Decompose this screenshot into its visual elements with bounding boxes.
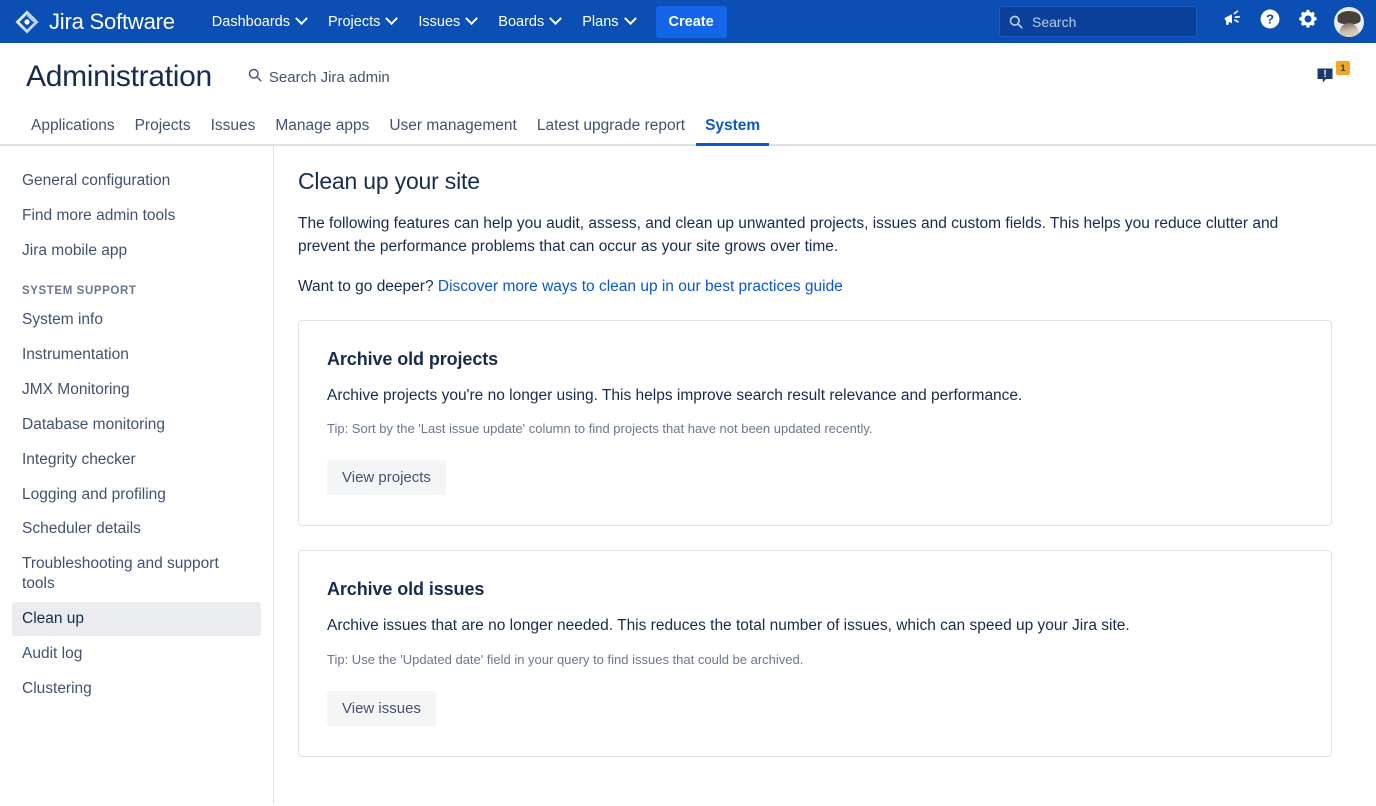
main-content: Clean up your site The following feature… bbox=[274, 146, 1376, 804]
card-title: Archive old issues bbox=[327, 579, 1303, 600]
tab-issues[interactable]: Issues bbox=[202, 117, 265, 146]
card-description: Archive projects you're no longer using.… bbox=[327, 385, 1303, 407]
nav-item-issues[interactable]: Issues bbox=[407, 6, 487, 38]
card-archive-old-issues: Archive old issues Archive issues that a… bbox=[298, 550, 1332, 757]
nav-item-label: Projects bbox=[328, 14, 380, 30]
best-practices-line: Want to go deeper? Discover more ways to… bbox=[298, 278, 1336, 296]
settings-button[interactable] bbox=[1291, 5, 1325, 39]
sidebar-item-jmx-monitoring[interactable]: JMX Monitoring bbox=[12, 373, 261, 407]
card-title: Archive old projects bbox=[327, 349, 1303, 370]
content-title: Clean up your site bbox=[298, 168, 1336, 195]
card-tip: Tip: Use the 'Updated date' field in you… bbox=[327, 651, 1303, 669]
jira-software-logo[interactable]: Jira Software bbox=[14, 9, 175, 35]
sidebar-item-clean-up[interactable]: Clean up bbox=[12, 602, 261, 636]
svg-text:?: ? bbox=[1266, 12, 1274, 27]
svg-text:!: ! bbox=[1323, 69, 1326, 80]
primary-nav-items: Dashboards Projects Issues Boards Plans … bbox=[201, 0, 727, 43]
avatar-hair bbox=[1338, 11, 1361, 24]
page-title: Administration bbox=[26, 60, 212, 94]
sidebar-item-scheduler-details[interactable]: Scheduler details bbox=[12, 512, 261, 546]
nav-item-dashboards[interactable]: Dashboards bbox=[201, 6, 317, 38]
top-navigation-bar: Jira Software Dashboards Projects Issues… bbox=[0, 0, 1376, 43]
tab-system[interactable]: System bbox=[696, 117, 769, 146]
sidebar-item-logging-and-profiling[interactable]: Logging and profiling bbox=[12, 478, 261, 512]
search-icon bbox=[1009, 15, 1023, 29]
admin-tab-bar: Applications Projects Issues Manage apps… bbox=[0, 111, 1376, 146]
notification-speech-icon[interactable]: ! 1 bbox=[1316, 62, 1350, 92]
announcements-button[interactable] bbox=[1215, 5, 1249, 39]
admin-search-label: Search Jira admin bbox=[269, 69, 390, 86]
sidebar-item-clustering[interactable]: Clustering bbox=[12, 672, 261, 706]
card-tip: Tip: Sort by the 'Last issue update' col… bbox=[327, 420, 1303, 438]
user-avatar[interactable] bbox=[1334, 7, 1364, 37]
sidebar-item-integrity-checker[interactable]: Integrity checker bbox=[12, 443, 261, 477]
avatar-face bbox=[1340, 23, 1359, 36]
help-question-icon: ? bbox=[1259, 8, 1281, 35]
create-button[interactable]: Create bbox=[656, 6, 727, 38]
tab-applications[interactable]: Applications bbox=[22, 117, 124, 146]
card-description: Archive issues that are no longer needed… bbox=[327, 615, 1303, 637]
jira-diamond-icon bbox=[14, 9, 40, 35]
sidebar-item-find-more-admin-tools[interactable]: Find more admin tools bbox=[12, 199, 261, 233]
logo-text: Jira Software bbox=[49, 9, 175, 35]
tab-user-management[interactable]: User management bbox=[380, 117, 526, 146]
admin-sidebar: General configuration Find more admin to… bbox=[0, 146, 274, 804]
megaphone-icon bbox=[1222, 9, 1243, 35]
sidebar-item-jira-mobile-app[interactable]: Jira mobile app bbox=[12, 234, 261, 268]
nav-item-label: Dashboards bbox=[212, 14, 290, 30]
best-practices-prefix: Want to go deeper? bbox=[298, 278, 438, 295]
chevron-down-icon bbox=[295, 12, 308, 25]
tab-projects[interactable]: Projects bbox=[126, 117, 200, 146]
sidebar-item-general-configuration[interactable]: General configuration bbox=[12, 164, 261, 198]
nav-item-label: Boards bbox=[498, 14, 544, 30]
card-archive-old-projects: Archive old projects Archive projects yo… bbox=[298, 320, 1332, 527]
help-button[interactable]: ? bbox=[1253, 5, 1287, 39]
nav-item-label: Plans bbox=[582, 14, 618, 30]
gear-icon bbox=[1297, 8, 1319, 35]
nav-item-plans[interactable]: Plans bbox=[571, 6, 645, 38]
sidebar-item-database-monitoring[interactable]: Database monitoring bbox=[12, 408, 261, 442]
nav-item-boards[interactable]: Boards bbox=[487, 6, 571, 38]
chevron-down-icon bbox=[385, 12, 398, 25]
admin-header-right-group: ! 1 bbox=[1316, 62, 1350, 92]
chevron-down-icon bbox=[465, 12, 478, 25]
sidebar-item-instrumentation[interactable]: Instrumentation bbox=[12, 338, 261, 372]
administration-header: Administration Search Jira admin ! 1 bbox=[0, 43, 1376, 111]
sidebar-item-audit-log[interactable]: Audit log bbox=[12, 637, 261, 671]
admin-search-button[interactable]: Search Jira admin bbox=[242, 63, 396, 91]
sidebar-item-system-info[interactable]: System info bbox=[12, 303, 261, 337]
top-nav-right-group: ? bbox=[999, 5, 1364, 39]
sidebar-section-label-system-support: SYSTEM SUPPORT bbox=[12, 285, 261, 297]
view-issues-button[interactable]: View issues bbox=[327, 691, 436, 726]
chevron-down-icon bbox=[549, 12, 562, 25]
tab-latest-upgrade-report[interactable]: Latest upgrade report bbox=[528, 117, 694, 146]
best-practices-guide-link[interactable]: Discover more ways to clean up in our be… bbox=[438, 278, 843, 295]
search-input[interactable] bbox=[1032, 14, 1182, 30]
tab-manage-apps[interactable]: Manage apps bbox=[266, 117, 378, 146]
intro-paragraph: The following features can help you audi… bbox=[298, 213, 1328, 259]
notification-count-badge: 1 bbox=[1336, 61, 1350, 75]
sidebar-item-troubleshooting-and-support-tools[interactable]: Troubleshooting and support tools bbox=[12, 547, 261, 601]
global-search-box[interactable] bbox=[999, 6, 1197, 37]
nav-item-projects[interactable]: Projects bbox=[317, 6, 407, 38]
view-projects-button[interactable]: View projects bbox=[327, 460, 446, 495]
nav-item-label: Issues bbox=[418, 14, 460, 30]
search-icon bbox=[248, 68, 262, 86]
page-body: General configuration Find more admin to… bbox=[0, 146, 1376, 804]
chevron-down-icon bbox=[624, 12, 637, 25]
